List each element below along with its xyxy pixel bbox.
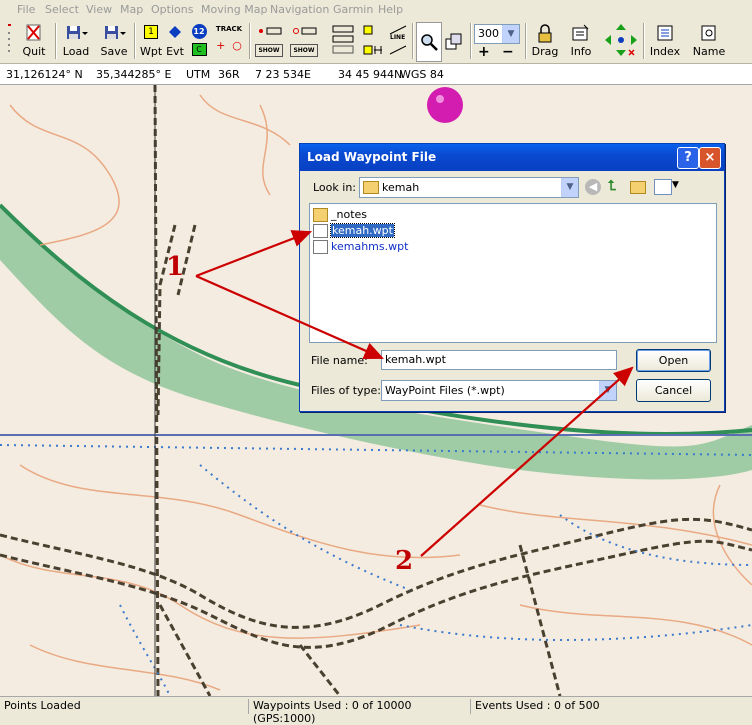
arrow-to-open [420, 366, 634, 557]
status-message: Points Loaded [4, 699, 81, 712]
annotation-overlay [195, 230, 634, 557]
status-bar: Points Loaded Waypoints Used : 0 of 1000… [0, 696, 752, 725]
arrow-to-file [195, 230, 313, 278]
events-used: Events Used : 0 of 500 [470, 699, 745, 714]
waypoints-used: Waypoints Used : 0 of 10000 (GPS:1000) [248, 699, 467, 725]
annotation-two: 2 [395, 546, 414, 576]
annotation-one: 1 [166, 252, 185, 282]
arrow-to-filename [195, 274, 385, 360]
